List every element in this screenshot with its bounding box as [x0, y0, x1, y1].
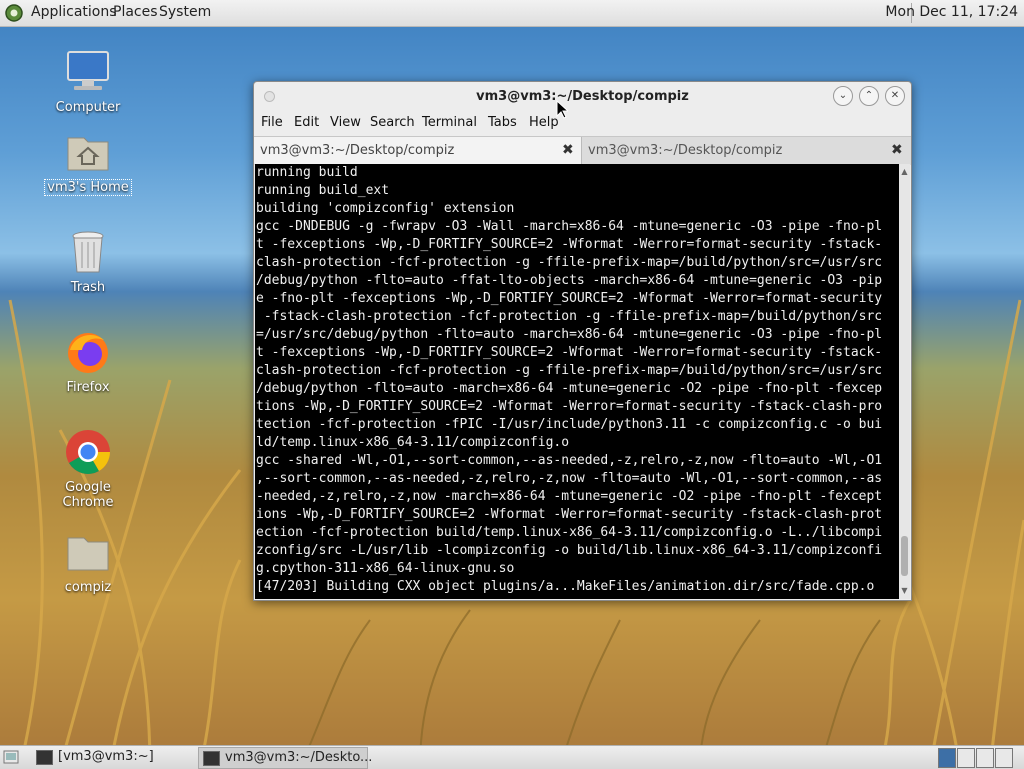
desktop-icon-label: Computer [55, 100, 121, 115]
tab-terminal-1[interactable]: vm3@vm3:~/Desktop/compiz ✖ [254, 137, 582, 164]
distro-logo-icon[interactable] [4, 3, 24, 23]
terminal-line: building 'compizconfig' extension [256, 201, 515, 216]
terminal-line: =/usr/src/debug/python -flto=auto -march… [256, 327, 883, 342]
terminal-line: running build [256, 165, 358, 180]
terminal-line: tection -fcf-protection -fPIC -I/usr/inc… [256, 417, 883, 432]
terminal-icon [36, 750, 53, 765]
chrome-icon [64, 428, 112, 476]
desktop-icon-home[interactable]: vm3's Home [38, 128, 138, 196]
terminal-line: gcc -DNDEBUG -g -fwrapv -O3 -Wall -march… [256, 219, 883, 234]
scroll-up-icon[interactable]: ▲ [900, 167, 909, 176]
workspace-3[interactable] [976, 748, 994, 768]
terminal-line: clash-protection -fcf-protection -g -ffi… [256, 363, 883, 378]
menu-bar: File Edit View Search Terminal Tabs Help [254, 112, 911, 134]
clock[interactable]: Mon Dec 11, 17:24 [885, 4, 1018, 20]
desktop-icon-label: Google Chrome [62, 480, 114, 510]
menu-search[interactable]: Search [370, 115, 415, 130]
menu-system[interactable]: System [159, 4, 211, 20]
desktop-icon-label: Trash [70, 280, 106, 295]
desktop-icon-firefox[interactable]: Firefox [38, 328, 138, 395]
terminal-scrollbar[interactable]: ▲ ▼ [899, 164, 910, 599]
firefox-icon [64, 328, 112, 376]
workspace-1[interactable] [938, 748, 956, 768]
terminal-line: e -fno-plt -fexceptions -Wp,-D_FORTIFY_S… [256, 291, 883, 306]
folder-icon [64, 528, 112, 576]
desktop-icon-chrome[interactable]: Google Chrome [38, 428, 138, 510]
terminal-line: [47/203] Building CXX object plugins/a..… [256, 579, 875, 594]
menu-tabs[interactable]: Tabs [488, 115, 517, 130]
taskbar-item-active[interactable]: vm3@vm3:~/Deskto... [198, 747, 372, 769]
top-panel: Applications Places System Mon Dec 11, 1… [0, 0, 1024, 27]
desktop-icon-trash[interactable]: Trash [38, 228, 138, 295]
terminal-line: g.cpython-311-x86_64-linux-gnu.so [256, 561, 515, 576]
terminal-line: ions -Wp,-D_FORTIFY_SOURCE=2 -Wformat -W… [256, 507, 883, 522]
home-folder-icon [64, 128, 112, 176]
menu-places[interactable]: Places [113, 4, 158, 20]
terminal-line: -fstack-clash-protection -fcf-protection… [256, 309, 883, 324]
desktop-icon-label: Firefox [66, 380, 110, 395]
terminal-line: gcc -shared -Wl,-O1,--sort-common,--as-n… [256, 453, 883, 468]
tab-close-icon[interactable]: ✖ [891, 142, 903, 158]
tab-bar: vm3@vm3:~/Desktop/compiz ✖ vm3@vm3:~/Des… [254, 136, 911, 165]
terminal-icon [203, 751, 220, 766]
terminal-line: -needed,-z,relro,-z,now -march=x86-64 -m… [256, 489, 883, 504]
terminal-line: ld/temp.linux-x86_64-3.11/compizconfig.o [256, 435, 570, 450]
menu-terminal[interactable]: Terminal [422, 115, 477, 130]
menu-view[interactable]: View [330, 115, 361, 130]
terminal-output[interactable]: running build running build_ext building… [255, 164, 899, 599]
tab-label: vm3@vm3:~/Desktop/compiz [588, 143, 783, 158]
tab-terminal-2[interactable]: vm3@vm3:~/Desktop/compiz ✖ [582, 137, 911, 164]
menu-help[interactable]: Help [529, 115, 559, 130]
trash-icon [64, 228, 112, 276]
workspace-4[interactable] [995, 748, 1013, 768]
menu-applications[interactable]: Applications [31, 4, 117, 20]
terminal-line: ,--sort-common,--as-needed,-z,relro,-z,n… [256, 471, 883, 486]
tab-label: vm3@vm3:~/Desktop/compiz [260, 143, 455, 158]
close-button[interactable]: ✕ [885, 86, 905, 106]
terminal-line: zconfig/src -L/usr/lib -lcompizconfig -o… [256, 543, 883, 558]
terminal-line: ection -fcf-protection build/temp.linux-… [256, 525, 883, 540]
window-titlebar[interactable]: vm3@vm3:~/Desktop/compiz ⌄ ⌃ ✕ [254, 82, 911, 112]
taskbar-item[interactable]: [vm3@vm3:~] [32, 747, 192, 767]
window-title: vm3@vm3:~/Desktop/compiz [476, 89, 689, 104]
desktop-icon-label: vm3's Home [44, 179, 132, 196]
bottom-panel: [vm3@vm3:~] vm3@vm3:~/Deskto... [0, 745, 1024, 769]
terminal-line: tions -Wp,-D_FORTIFY_SOURCE=2 -Wformat -… [256, 399, 883, 414]
terminal-line: clash-protection -fcf-protection -g -ffi… [256, 255, 883, 270]
terminal-window: vm3@vm3:~/Desktop/compiz ⌄ ⌃ ✕ File Edit… [253, 81, 912, 601]
desktop-icon-label: compiz [64, 580, 112, 595]
mouse-pointer-icon [556, 100, 568, 119]
scrollbar-thumb[interactable] [901, 536, 908, 576]
terminal-line: running build_ext [256, 183, 390, 198]
terminal-line: t -fexceptions -Wp,-D_FORTIFY_SOURCE=2 -… [256, 345, 883, 360]
minimize-button[interactable]: ⌄ [833, 86, 853, 106]
computer-icon [64, 48, 112, 96]
menu-file[interactable]: File [261, 115, 283, 130]
show-desktop-icon[interactable] [3, 749, 19, 765]
maximize-button[interactable]: ⌃ [859, 86, 879, 106]
menu-edit[interactable]: Edit [294, 115, 319, 130]
terminal-line: t -fexceptions -Wp,-D_FORTIFY_SOURCE=2 -… [256, 237, 883, 252]
taskbar-item-label: [vm3@vm3:~] [58, 749, 154, 764]
workspace-2[interactable] [957, 748, 975, 768]
taskbar-item-label: vm3@vm3:~/Deskto... [225, 750, 373, 765]
tab-close-icon[interactable]: ✖ [562, 142, 574, 158]
desktop-icon-compiz[interactable]: compiz [38, 528, 138, 595]
scroll-down-icon[interactable]: ▼ [900, 586, 909, 595]
terminal-line: /debug/python -flto=auto -ffat-lto-objec… [256, 273, 883, 288]
desktop-icon-computer[interactable]: Computer [38, 48, 138, 115]
terminal-line: /debug/python -flto=auto -march=x86-64 -… [256, 381, 883, 396]
